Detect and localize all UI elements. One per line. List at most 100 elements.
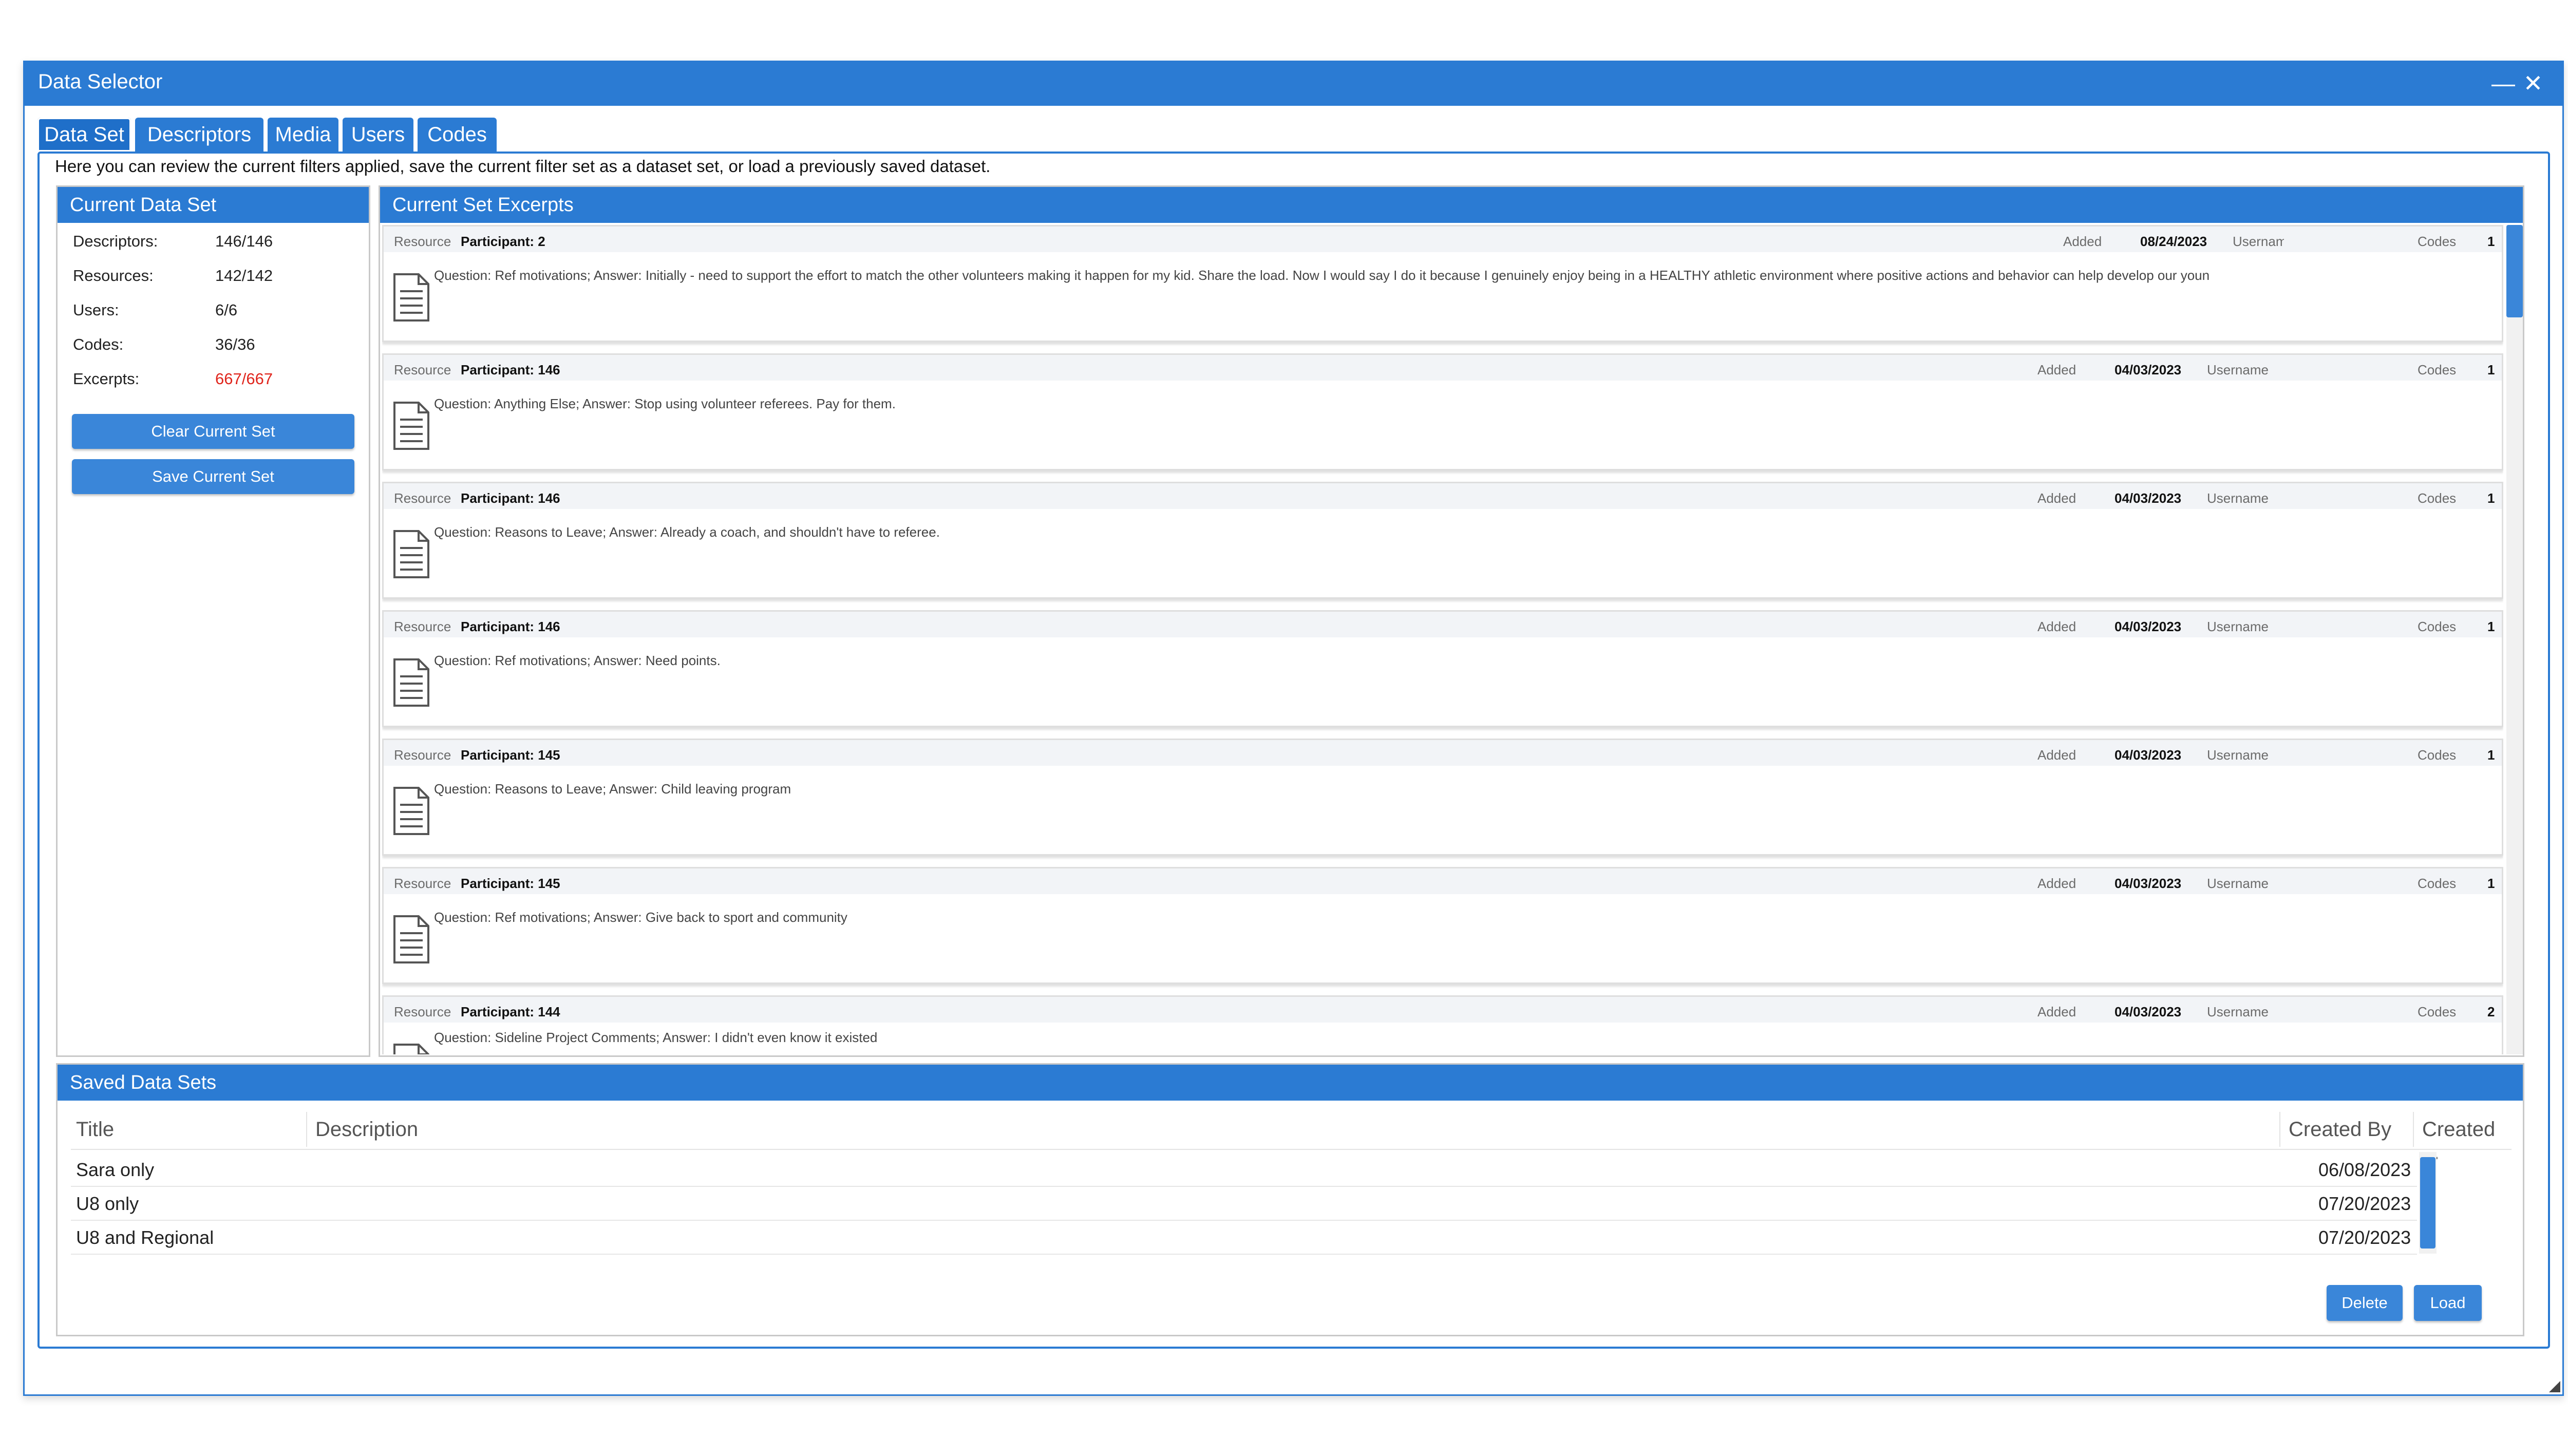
stat-label: Descriptors: [73,232,158,250]
document-icon [393,273,429,322]
tab-users[interactable]: Users [343,118,413,152]
stat-label: Codes: [73,335,124,353]
title-bar[interactable]: Data Selector — ✕ [25,62,2562,106]
added-label: Added [2063,234,2102,249]
username: Usernam [2233,234,2284,249]
added-date: 04/03/2023 [2114,876,2182,891]
excerpt-card[interactable]: Resource Participant: 146 Added 04/03/20… [382,610,2503,727]
added-label: Added [2037,490,2076,506]
column-divider[interactable] [2413,1112,2414,1147]
resource-label: Resource [394,1004,451,1019]
participant-name: Participant: 146 [461,490,560,506]
current-set-excerpts-title: Current Set Excerpts [380,187,2523,223]
current-data-set-panel: Current Data Set Descriptors: 146/146 Re… [56,185,370,1057]
excerpt-list[interactable]: Resource Participant: 2 Added 08/24/2023… [382,225,2503,1054]
saved-sets-scroll-thumb[interactable] [2420,1157,2435,1249]
tab-codes[interactable]: Codes [418,118,497,152]
added-date: 04/03/2023 [2114,747,2182,763]
intro-text: Here you can review the current filters … [55,157,991,176]
codes-label: Codes [2418,490,2457,506]
codes-count: 1 [2487,747,2495,763]
excerpt-header: Resource Participant: 145 Added 04/03/20… [384,740,2502,766]
row-created-cell[interactable]: 07/20/2023 [2316,1220,2417,1255]
excerpt-card[interactable]: Resource Participant: 146 Added 04/03/20… [382,353,2503,470]
tab-media[interactable]: Media [268,118,338,152]
saved-data-sets-panel: Saved Data Sets Title Description Create… [56,1063,2524,1336]
document-icon [393,658,429,707]
excerpt-text: Question: Reasons to Leave; Answer: Alre… [434,524,940,540]
username: Username [2207,490,2269,506]
excerpts-scroll-thumb[interactable] [2506,225,2523,317]
document-icon [393,915,429,963]
saved-sets-table-header: Title Description Created By Created ... [71,1107,2512,1164]
clear-current-set-button[interactable]: Clear Current Set [72,414,354,449]
excerpt-text: Question: Ref motivations; Answer: Need … [434,653,721,668]
codes-count: 1 [2487,876,2495,891]
excerpt-text: Question: Ref motivations; Answer: Give … [434,910,847,925]
codes-count: 1 [2487,362,2495,377]
excerpt-header: Resource Participant: 2 Added 08/24/2023… [384,226,2502,252]
column-title[interactable]: Title [76,1118,114,1141]
codes-count: 2 [2487,1004,2495,1019]
row-title: U8 and Regional [76,1227,214,1248]
participant-name: Participant: 145 [461,876,560,891]
resource-label: Resource [394,876,451,891]
row-created: 07/20/2023 [2318,1227,2411,1248]
delete-button[interactable]: Delete [2327,1285,2403,1321]
save-current-set-button[interactable]: Save Current Set [72,459,354,494]
codes-label: Codes [2418,876,2457,891]
codes-label: Codes [2418,1004,2457,1019]
column-created-by[interactable]: Created By [2289,1118,2391,1141]
username: Username [2207,362,2269,377]
stat-value: 36/36 [215,335,255,353]
tab-data-set[interactable]: Data Set [37,118,131,152]
data-selector-window: Data Selector — ✕ Data Set Descriptors M… [23,61,2564,1396]
codes-count: 1 [2487,619,2495,634]
stat-value: 667/667 [215,370,273,388]
close-icon[interactable]: ✕ [2520,69,2546,97]
tab-descriptors[interactable]: Descriptors [135,118,263,152]
codes-label: Codes [2418,747,2457,763]
table-row[interactable]: U8 only [71,1186,2316,1221]
excerpt-card[interactable]: Resource Participant: 2 Added 08/24/2023… [382,225,2503,342]
excerpt-card[interactable]: Resource Participant: 144 Added 04/03/20… [382,995,2503,1054]
column-divider[interactable] [306,1112,307,1147]
added-label: Added [2037,362,2076,377]
stat-value: 6/6 [215,301,238,319]
participant-name: Participant: 146 [461,362,560,377]
data-set-tab-content: Here you can review the current filters … [37,152,2550,1349]
added-label: Added [2037,876,2076,891]
row-created-cell[interactable]: 07/20/2023 [2316,1186,2417,1221]
column-divider[interactable] [2279,1112,2280,1147]
username: Username [2207,747,2269,763]
stat-label: Users: [73,301,119,319]
resource-label: Resource [394,747,451,763]
saved-sets-scrollbar[interactable] [2419,1152,2437,1254]
stat-label: Resources: [73,267,154,285]
table-row[interactable]: U8 and Regional [71,1220,2316,1255]
row-created-cell[interactable]: 06/08/2023 [2316,1152,2417,1187]
stat-label: Excerpts: [73,370,140,388]
codes-label: Codes [2418,619,2457,634]
table-row[interactable]: Sara only [71,1152,2316,1187]
load-button[interactable]: Load [2414,1285,2482,1321]
excerpt-text: Question: Ref motivations; Answer: Initi… [434,268,2210,283]
added-date: 08/24/2023 [2140,234,2207,249]
excerpt-card[interactable]: Resource Participant: 145 Added 04/03/20… [382,867,2503,984]
resize-grip-icon[interactable] [2549,1381,2560,1392]
codes-count: 1 [2487,234,2495,249]
stat-value: 146/146 [215,232,273,250]
username: Username [2207,619,2269,634]
column-description[interactable]: Description [315,1118,418,1141]
document-icon [393,787,429,835]
minimize-icon[interactable]: — [2490,69,2516,97]
row-title: U8 only [76,1193,139,1214]
excerpt-header: Resource Participant: 146 Added 04/03/20… [384,355,2502,381]
added-date: 04/03/2023 [2114,1004,2182,1019]
current-data-set-title: Current Data Set [58,187,369,223]
excerpt-card[interactable]: Resource Participant: 146 Added 04/03/20… [382,482,2503,599]
excerpts-scrollbar[interactable] [2506,225,2523,1054]
resource-label: Resource [394,490,451,506]
excerpt-card[interactable]: Resource Participant: 145 Added 04/03/20… [382,739,2503,856]
added-label: Added [2037,619,2076,634]
